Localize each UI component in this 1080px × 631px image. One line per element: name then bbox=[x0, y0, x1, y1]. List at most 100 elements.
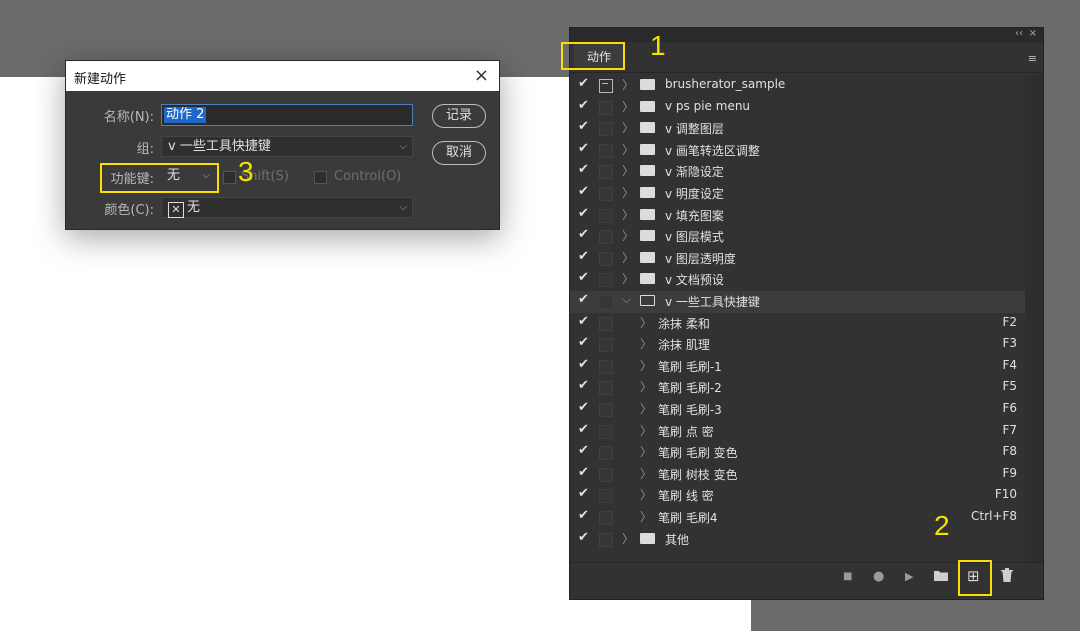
control-checkbox[interactable] bbox=[314, 171, 327, 184]
record-icon[interactable]: ● bbox=[873, 569, 884, 584]
action-set-row[interactable]: ✔ 〉 v 图层模式 bbox=[570, 226, 1025, 248]
action-set-row[interactable]: ✔ 〉 v ps pie menu bbox=[570, 97, 1025, 119]
action-set-row[interactable]: ✔ 〉 v 图层透明度 bbox=[570, 248, 1025, 270]
dialog-toggle-icon[interactable] bbox=[599, 122, 613, 137]
chevron-right-icon[interactable]: 〉 bbox=[622, 227, 634, 244]
dialog-toggle-icon[interactable] bbox=[599, 100, 613, 115]
dialog-toggle-icon[interactable] bbox=[599, 359, 613, 374]
action-row[interactable]: ✔ 〉笔刷 毛刷-3 F6 bbox=[570, 399, 1025, 421]
panel-menu-icon[interactable]: ≡ bbox=[1028, 52, 1037, 65]
action-row[interactable]: ✔ 〉笔刷 树枝 变色 F9 bbox=[570, 464, 1025, 486]
record-button[interactable]: 记录 bbox=[432, 104, 486, 128]
dialog-toggle-icon[interactable] bbox=[599, 403, 613, 417]
dialog-toggle-icon[interactable] bbox=[599, 187, 613, 201]
check-icon[interactable]: ✔ bbox=[578, 486, 589, 501]
action-set-row[interactable]: ✔ 〉 v 填充图案 bbox=[570, 205, 1025, 227]
action-row[interactable]: ✔ 〉笔刷 毛刷4 Ctrl+F8 bbox=[570, 507, 1025, 529]
check-icon[interactable]: ✔ bbox=[578, 162, 589, 177]
check-icon[interactable]: ✔ bbox=[578, 98, 589, 113]
close-icon[interactable]: × bbox=[474, 65, 489, 86]
check-icon[interactable]: ✔ bbox=[578, 270, 589, 285]
collapse-icon[interactable]: ‹‹ bbox=[1015, 28, 1023, 39]
action-row[interactable]: ✔ 〉笔刷 线 密 F10 bbox=[570, 485, 1025, 507]
chevron-right-icon[interactable]: 〉 bbox=[640, 465, 652, 482]
folder-icon[interactable] bbox=[934, 569, 948, 585]
chevron-right-icon[interactable]: 〉 bbox=[640, 378, 652, 395]
action-row[interactable]: ✔ 〉涂抹 肌理 F3 bbox=[570, 334, 1025, 356]
check-icon[interactable]: ✔ bbox=[578, 249, 589, 264]
cancel-button[interactable]: 取消 bbox=[432, 141, 486, 165]
dialog-toggle-icon[interactable] bbox=[599, 273, 613, 288]
name-input[interactable]: 动作 2 bbox=[161, 104, 413, 126]
check-icon[interactable]: ✔ bbox=[578, 76, 589, 91]
action-set-row[interactable]: ✔ 〉 v 文档预设 bbox=[570, 269, 1025, 291]
chevron-right-icon[interactable]: 〉 bbox=[622, 184, 634, 201]
play-icon[interactable]: ▶ bbox=[905, 570, 913, 583]
check-icon[interactable]: ✔ bbox=[578, 465, 589, 480]
action-row[interactable]: ✔ 〉笔刷 点 密 F7 bbox=[570, 421, 1025, 443]
group-select[interactable]: v 一些工具快捷键 ⌵ bbox=[161, 136, 413, 157]
chevron-right-icon[interactable]: 〉 bbox=[640, 422, 652, 439]
action-set-row[interactable]: ✔ 〉 其他 bbox=[570, 529, 1025, 551]
dialog-toggle-icon[interactable] bbox=[599, 295, 613, 309]
chevron-right-icon[interactable]: 〉 bbox=[622, 76, 634, 93]
chevron-down-icon[interactable]: ⌵ bbox=[622, 292, 631, 307]
action-set-row[interactable]: ✔ 〉 brusherator_sample bbox=[570, 75, 1025, 97]
check-icon[interactable]: ✔ bbox=[578, 400, 589, 415]
dialog-toggle-icon[interactable] bbox=[599, 143, 613, 158]
chevron-right-icon[interactable]: 〉 bbox=[622, 249, 634, 266]
dialog-toggle-icon[interactable] bbox=[599, 489, 613, 504]
action-row[interactable]: ✔ 〉笔刷 毛刷 变色 F8 bbox=[570, 442, 1025, 464]
chevron-right-icon[interactable]: 〉 bbox=[622, 530, 634, 547]
dialog-toggle-icon[interactable] bbox=[599, 165, 613, 180]
dialog-toggle-icon[interactable] bbox=[599, 208, 613, 223]
action-set-row[interactable]: ✔ ⌵ v 一些工具快捷键 bbox=[570, 291, 1025, 313]
action-row[interactable]: ✔ 〉涂抹 柔和 F2 bbox=[570, 313, 1025, 335]
dialog-toggle-icon[interactable] bbox=[599, 79, 613, 93]
action-set-row[interactable]: ✔ 〉 v 画笔转选区调整 bbox=[570, 140, 1025, 162]
chevron-right-icon[interactable]: 〉 bbox=[622, 119, 634, 136]
action-set-row[interactable]: ✔ 〉 v 明度设定 bbox=[570, 183, 1025, 205]
chevron-right-icon[interactable]: 〉 bbox=[622, 98, 634, 115]
check-icon[interactable]: ✔ bbox=[578, 378, 589, 393]
dialog-toggle-icon[interactable] bbox=[599, 251, 613, 266]
dialog-toggle-icon[interactable] bbox=[599, 424, 613, 439]
chevron-right-icon[interactable]: 〉 bbox=[640, 443, 652, 460]
chevron-right-icon[interactable]: 〉 bbox=[622, 141, 634, 158]
dialog-toggle-icon[interactable] bbox=[599, 316, 613, 331]
dialog-toggle-icon[interactable] bbox=[599, 446, 613, 461]
check-icon[interactable]: ✔ bbox=[578, 443, 589, 458]
check-icon[interactable]: ✔ bbox=[578, 141, 589, 156]
chevron-right-icon[interactable]: 〉 bbox=[622, 206, 634, 223]
dialog-toggle-icon[interactable] bbox=[599, 338, 613, 353]
check-icon[interactable]: ✔ bbox=[578, 422, 589, 437]
stop-icon[interactable]: ■ bbox=[843, 571, 852, 582]
chevron-right-icon[interactable]: 〉 bbox=[640, 486, 652, 503]
action-set-row[interactable]: ✔ 〉 v 调整图层 bbox=[570, 118, 1025, 140]
check-icon[interactable]: ✔ bbox=[578, 335, 589, 350]
check-icon[interactable]: ✔ bbox=[578, 357, 589, 372]
action-row[interactable]: ✔ 〉笔刷 毛刷-1 F4 bbox=[570, 356, 1025, 378]
shift-checkbox[interactable] bbox=[223, 171, 236, 184]
close-icon[interactable]: × bbox=[1029, 28, 1037, 39]
dialog-toggle-icon[interactable] bbox=[599, 467, 613, 482]
dialog-toggle-icon[interactable] bbox=[599, 381, 613, 396]
check-icon[interactable]: ✔ bbox=[578, 227, 589, 242]
dialog-toggle-icon[interactable] bbox=[599, 230, 613, 245]
action-row[interactable]: ✔ 〉笔刷 毛刷-2 F5 bbox=[570, 377, 1025, 399]
check-icon[interactable]: ✔ bbox=[578, 314, 589, 329]
dialog-toggle-icon[interactable] bbox=[599, 511, 613, 525]
chevron-right-icon[interactable]: 〉 bbox=[622, 162, 634, 179]
chevron-right-icon[interactable]: 〉 bbox=[640, 508, 652, 525]
check-icon[interactable]: ✔ bbox=[578, 119, 589, 134]
scrollbar[interactable] bbox=[1025, 75, 1043, 565]
check-icon[interactable]: ✔ bbox=[578, 184, 589, 199]
color-select[interactable]: ✕ 无 ⌵ bbox=[161, 197, 413, 218]
chevron-right-icon[interactable]: 〉 bbox=[640, 335, 652, 352]
check-icon[interactable]: ✔ bbox=[578, 508, 589, 523]
trash-icon[interactable] bbox=[1001, 568, 1013, 586]
chevron-right-icon[interactable]: 〉 bbox=[622, 270, 634, 287]
check-icon[interactable]: ✔ bbox=[578, 530, 589, 545]
check-icon[interactable]: ✔ bbox=[578, 206, 589, 221]
dialog-toggle-icon[interactable] bbox=[599, 532, 613, 547]
